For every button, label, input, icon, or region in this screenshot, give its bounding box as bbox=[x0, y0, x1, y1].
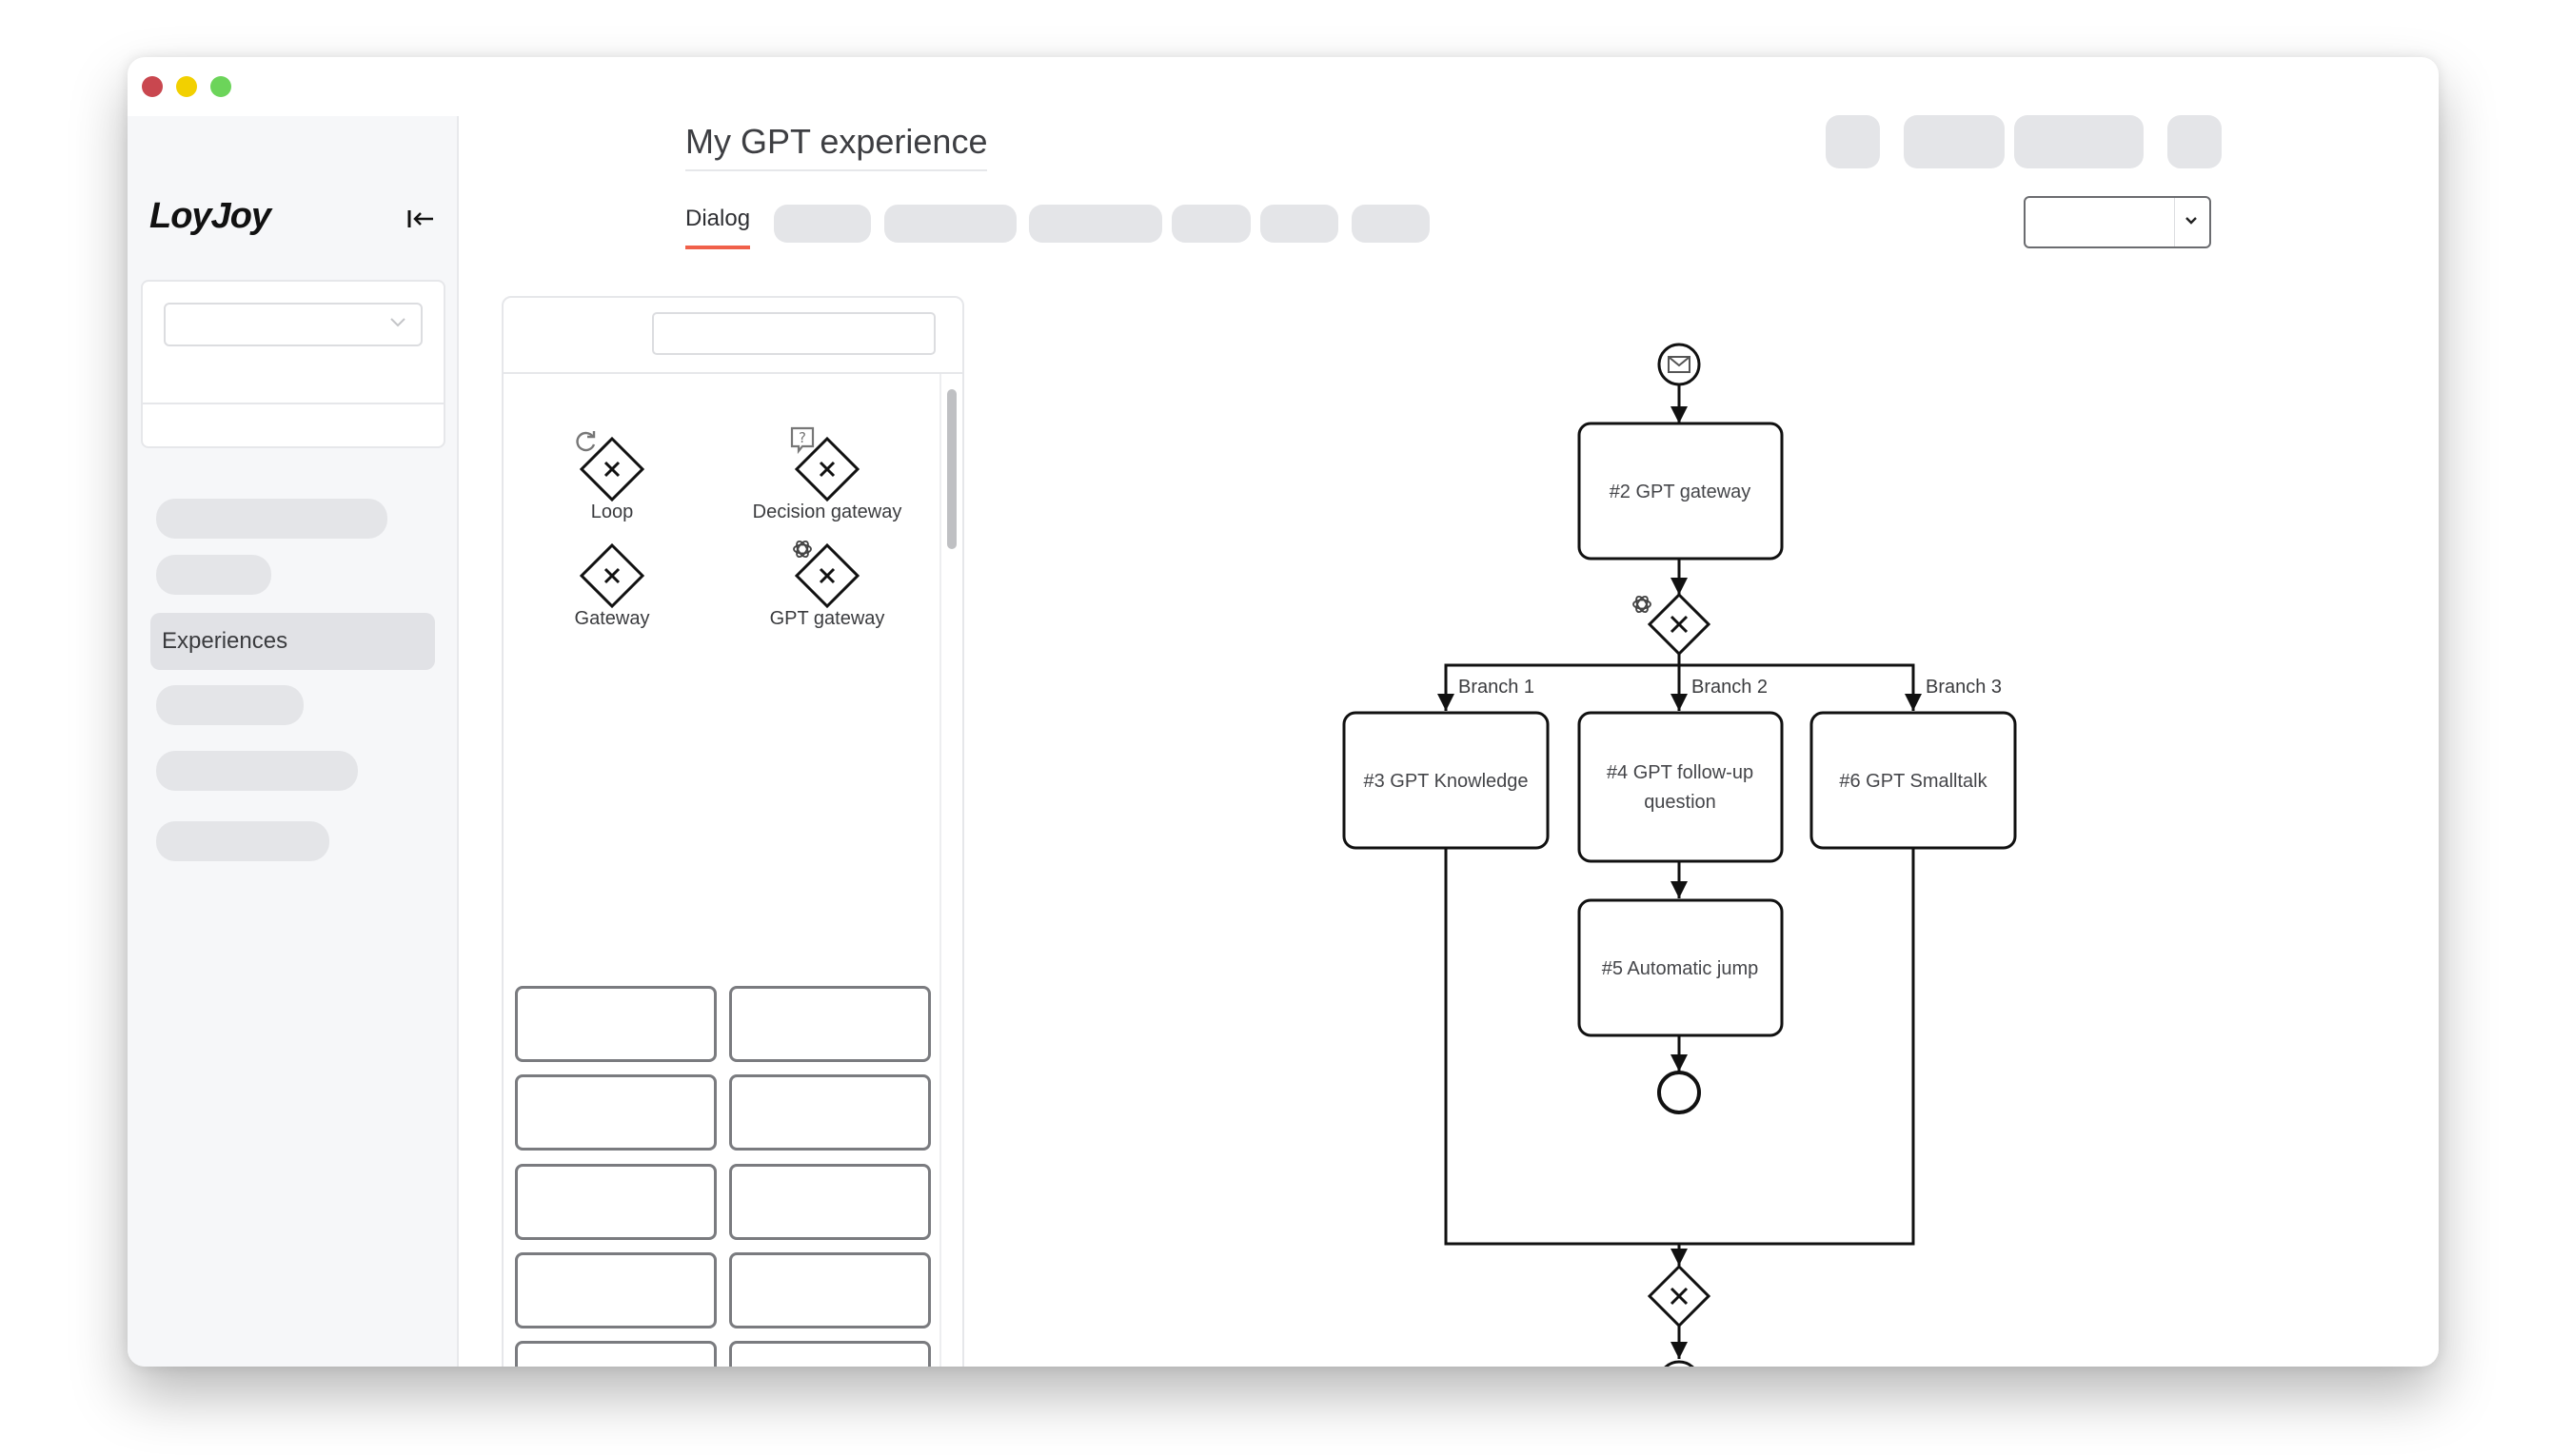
sidebar-item-experiences[interactable]: Experiences bbox=[150, 613, 435, 670]
branch-label: Branch 3 bbox=[1926, 677, 2002, 698]
task-label: #3 GPT Knowledge bbox=[1363, 771, 1528, 792]
openai-icon bbox=[793, 540, 812, 559]
sidebar: LoyJoy Experiences bbox=[128, 116, 459, 1367]
exclusive-gateway-icon bbox=[794, 542, 860, 608]
select-separator bbox=[2174, 198, 2175, 246]
view-select[interactable] bbox=[2024, 196, 2211, 248]
palette-item-label: Gateway bbox=[574, 608, 650, 629]
branch-label: Branch 2 bbox=[1691, 677, 1768, 698]
sidebar-item-label: Experiences bbox=[162, 628, 288, 654]
branch-label: Branch 1 bbox=[1458, 677, 1534, 698]
palette-item-label: Decision gateway bbox=[752, 502, 902, 522]
card-divider bbox=[143, 403, 444, 404]
task-node[interactable]: #5 Automatic jump bbox=[1577, 898, 1784, 1037]
sidebar-item-placeholder[interactable] bbox=[156, 821, 329, 861]
element-palette: Loop ? Decision gateway Gateway GPT gate… bbox=[502, 296, 964, 1367]
header-action-placeholder[interactable] bbox=[2014, 115, 2144, 168]
refresh-icon bbox=[576, 431, 596, 452]
palette-scrollbar-thumb[interactable] bbox=[947, 389, 957, 549]
window-close-button[interactable] bbox=[142, 76, 163, 97]
logo: LoyJoy bbox=[149, 196, 271, 236]
exclusive-gateway-icon bbox=[579, 436, 645, 502]
page-title[interactable]: My GPT experience bbox=[685, 122, 988, 171]
palette-item-label: GPT gateway bbox=[769, 608, 885, 629]
palette-tile[interactable] bbox=[515, 1252, 717, 1328]
next-event[interactable] bbox=[1659, 1360, 1699, 1367]
openai-icon bbox=[1632, 595, 1651, 614]
task-label-line: question bbox=[1644, 792, 1716, 813]
task-label: #5 Automatic jump bbox=[1602, 958, 1759, 979]
palette-item-loop[interactable]: Loop bbox=[517, 422, 707, 536]
tab-placeholder[interactable] bbox=[1029, 205, 1162, 243]
palette-item-gateway[interactable]: Gateway bbox=[517, 528, 707, 642]
task-node[interactable]: #2 GPT gateway bbox=[1577, 422, 1784, 561]
palette-scrollbar-track[interactable] bbox=[939, 374, 941, 1367]
exclusive-gateway-icon bbox=[579, 542, 645, 608]
palette-tile[interactable] bbox=[729, 1074, 931, 1151]
svg-text:?: ? bbox=[799, 429, 806, 446]
gpt-gateway[interactable] bbox=[1632, 592, 1711, 657]
sidebar-item-placeholder[interactable] bbox=[156, 751, 358, 791]
start-event[interactable] bbox=[1657, 343, 1701, 386]
palette-item-decision-gateway[interactable]: ? Decision gateway bbox=[732, 422, 922, 536]
task-label-line: #4 GPT follow-up bbox=[1607, 762, 1753, 783]
workspace-card bbox=[141, 280, 445, 448]
exclusive-gateway-icon bbox=[794, 436, 860, 502]
palette-tile[interactable] bbox=[515, 1074, 717, 1151]
sidebar-item-placeholder[interactable] bbox=[156, 685, 304, 725]
task-node[interactable]: #4 GPT follow-up question bbox=[1577, 711, 1784, 863]
task-node[interactable]: #3 GPT Knowledge bbox=[1342, 711, 1550, 850]
palette-tile[interactable] bbox=[729, 1252, 931, 1328]
tab-placeholder[interactable] bbox=[1172, 205, 1251, 243]
sidebar-item-placeholder[interactable] bbox=[156, 555, 271, 595]
tab-placeholder[interactable] bbox=[884, 205, 1017, 243]
header-action-placeholder[interactable] bbox=[1826, 115, 1880, 168]
palette-search-input[interactable] bbox=[652, 312, 936, 355]
task-label: #6 GPT Smalltalk bbox=[1839, 771, 1987, 792]
app-window: LoyJoy Experiences My GPT experience Dia… bbox=[128, 57, 2439, 1367]
palette-tile[interactable] bbox=[729, 986, 931, 1062]
header-action-placeholder[interactable] bbox=[2167, 115, 2222, 168]
palette-item-label: Loop bbox=[590, 502, 634, 522]
header-action-placeholder[interactable] bbox=[1904, 115, 2005, 168]
window-minimize-button[interactable] bbox=[176, 76, 197, 97]
palette-tile[interactable] bbox=[515, 1164, 717, 1240]
tab-dialog[interactable]: Dialog bbox=[685, 206, 751, 249]
chevron-down-icon bbox=[390, 318, 405, 327]
sidebar-item-placeholder[interactable] bbox=[156, 499, 387, 539]
diagram-canvas: #2 GPT gateway Branch 1 Branch 2 Branch … bbox=[1342, 343, 2017, 1367]
tab-placeholder[interactable] bbox=[774, 205, 871, 243]
palette-divider bbox=[504, 372, 962, 374]
end-event[interactable] bbox=[1657, 1071, 1701, 1114]
question-bubble-icon: ? bbox=[790, 426, 815, 454]
task-label: #2 GPT gateway bbox=[1610, 482, 1751, 502]
chevron-down-icon bbox=[2185, 217, 2197, 225]
task-node[interactable]: #6 GPT Smalltalk bbox=[1809, 711, 2017, 850]
tab-placeholder[interactable] bbox=[1260, 205, 1338, 243]
collapse-sidebar-button[interactable] bbox=[404, 202, 438, 236]
window-maximize-button[interactable] bbox=[210, 76, 231, 97]
palette-tile[interactable] bbox=[729, 1341, 931, 1367]
workspace-select[interactable] bbox=[164, 303, 423, 346]
palette-tile[interactable] bbox=[515, 986, 717, 1062]
palette-tile[interactable] bbox=[515, 1341, 717, 1367]
palette-item-gpt-gateway[interactable]: GPT gateway bbox=[732, 528, 922, 642]
palette-tile[interactable] bbox=[729, 1164, 931, 1240]
collapse-left-icon bbox=[407, 210, 433, 227]
merge-gateway[interactable] bbox=[1647, 1264, 1711, 1328]
tab-placeholder[interactable] bbox=[1352, 205, 1430, 243]
